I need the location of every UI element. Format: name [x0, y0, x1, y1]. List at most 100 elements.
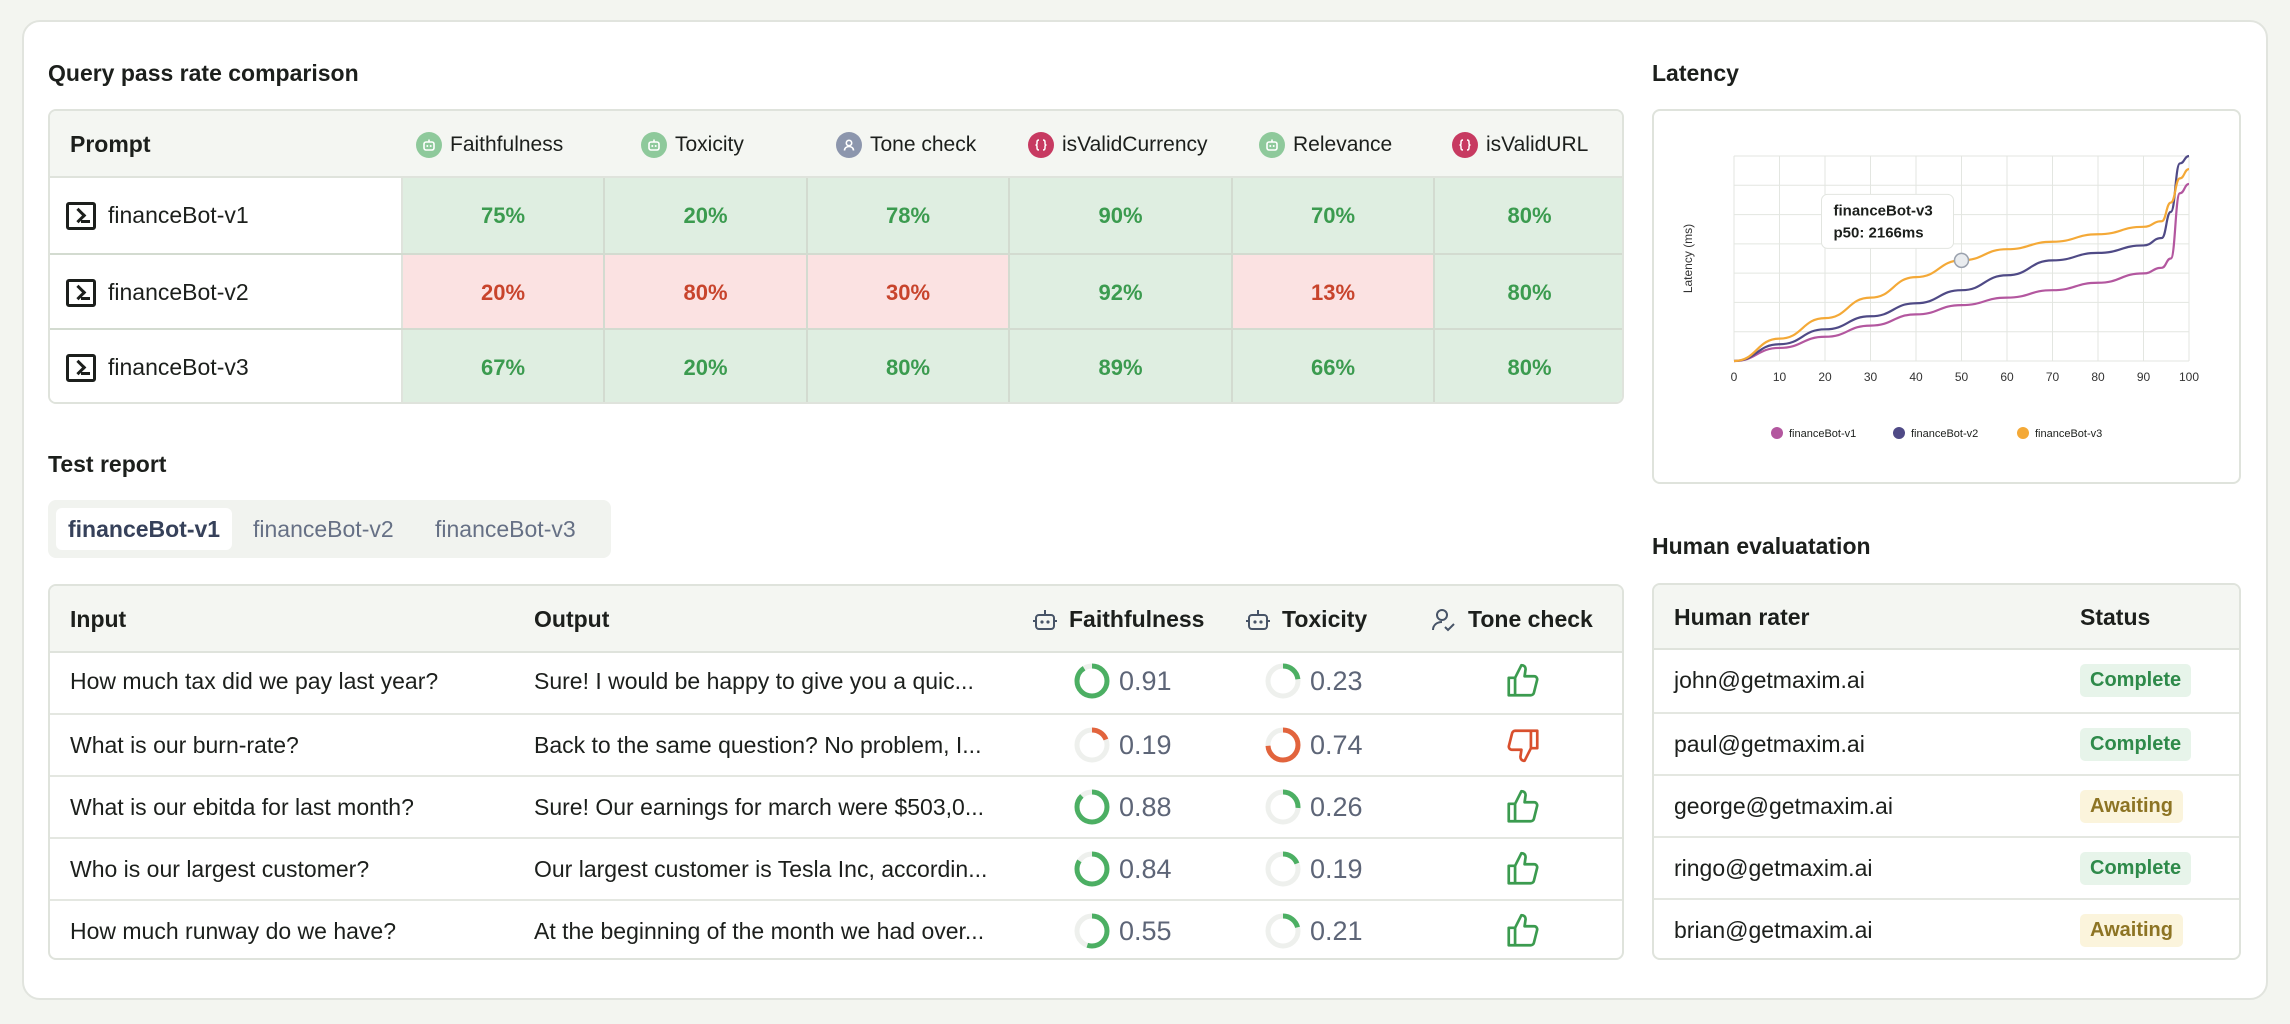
output-cell: Our largest customer is Tesla Inc, accor…: [534, 855, 988, 882]
toxicity-header[interactable]: Toxicity: [1244, 586, 1367, 653]
rater-email: paul@getmaxim.ai: [1674, 730, 1865, 757]
input-cell: Who is our largest customer?: [70, 855, 370, 882]
pass-rate-cell[interactable]: 13%: [1233, 255, 1435, 330]
prompt-version-tabs: financeBot-v1 financeBot-v2 financeBot-v…: [48, 500, 611, 558]
pass-rate-cell[interactable]: 92%: [1010, 255, 1233, 330]
pass-rate-cell[interactable]: 90%: [1010, 178, 1233, 253]
user-check-icon: [1432, 608, 1455, 631]
ai-evaluator-icon: [416, 131, 442, 158]
faithfulness-score: 0.55: [1073, 901, 1172, 958]
input-cell: How much tax did we pay last year?: [70, 667, 439, 694]
score-ring-icon: [1074, 913, 1110, 949]
thumbs-up-icon[interactable]: [1504, 662, 1542, 700]
thumbs-up-icon[interactable]: [1504, 788, 1542, 826]
evaluator-header-tone-check[interactable]: Tone check: [836, 111, 976, 178]
highlight-point: [1953, 252, 1970, 269]
pass-rate-cell[interactable]: 78%: [808, 178, 1010, 253]
pass-rate-cell[interactable]: 80%: [808, 330, 1010, 402]
tab-financebot-v2[interactable]: financeBot-v2: [241, 508, 406, 550]
thumbs-up-icon[interactable]: [1504, 912, 1542, 950]
pass-rate-cell[interactable]: 89%: [1010, 330, 1233, 402]
prompt-cell[interactable]: financeBot-v2: [50, 255, 403, 330]
rater-email: ringo@getmaxim.ai: [1674, 854, 1873, 881]
table-row[interactable]: What is our burn-rate? Back to the same q…: [50, 713, 1622, 775]
x-tick-label: 80: [2091, 370, 2105, 384]
query-table-header: Prompt Faithfulness Toxicity Tone check …: [50, 111, 1622, 178]
output-cell: At the beginning of the month we had ove…: [534, 917, 985, 944]
score-value: 0.19: [1310, 853, 1363, 884]
tone-check-header[interactable]: Tone check: [1430, 586, 1593, 653]
score-value: 0.84: [1119, 853, 1172, 884]
evaluator-header-isvalidurl[interactable]: isValidURL: [1452, 111, 1588, 178]
output-header: Output: [534, 606, 610, 632]
faithfulness-score: 0.91: [1073, 651, 1172, 711]
evaluator-name: Tone check: [870, 132, 977, 156]
table-row[interactable]: What is our ebitda for last month? Sure! …: [50, 775, 1622, 837]
robot-icon: [1033, 609, 1057, 630]
pass-rate-cell[interactable]: 80%: [1435, 330, 1622, 402]
score-ring-icon: [1074, 663, 1110, 699]
table-row[interactable]: Who is our largest customer? Our largest …: [50, 837, 1622, 899]
rater-email: brian@getmaxim.ai: [1674, 916, 1873, 943]
latency-chart-panel: 0 10 20 30 40 50 60 70 80 90 100 Latency (ms) financ…: [1652, 109, 2241, 484]
test-report-table: Input Output Faithfulness Toxicity Tone …: [48, 584, 1624, 960]
score-value: 0.55: [1119, 915, 1172, 946]
pass-rate-cell[interactable]: 66%: [1233, 330, 1435, 402]
pass-rate-cell[interactable]: 75%: [403, 178, 605, 253]
tab-financebot-v1[interactable]: financeBot-v1: [56, 508, 233, 550]
thumbs-up-icon[interactable]: [1504, 850, 1542, 888]
legend-swatch: [2017, 427, 2029, 439]
faithfulness-header[interactable]: Faithfulness: [1031, 586, 1204, 653]
y-axis-label: Latency (ms): [1681, 224, 1695, 293]
status-badge: Complete: [2080, 663, 2192, 697]
score-value: 0.88: [1119, 791, 1172, 822]
score-ring-icon: [1265, 727, 1301, 763]
pass-rate-cell[interactable]: 30%: [808, 255, 1010, 330]
pass-rate-cell[interactable]: 70%: [1233, 178, 1435, 253]
thumbs-up-cell: [1504, 777, 1542, 837]
prompt-name: financeBot-v2: [108, 279, 249, 305]
human-rater-row[interactable]: brian@getmaxim.ai Awaiting: [1654, 898, 2239, 958]
score-ring-icon: [1074, 727, 1110, 763]
robot-icon: [1246, 609, 1270, 630]
table-row[interactable]: How much runway do we have? At the beginn…: [50, 899, 1622, 958]
human-table-header: Human rater Status: [1654, 585, 2239, 650]
pass-rate-cell[interactable]: 80%: [1435, 178, 1622, 253]
pass-rate-cell[interactable]: 20%: [605, 178, 808, 253]
human-rater-row[interactable]: ringo@getmaxim.ai Complete: [1654, 836, 2239, 898]
human-rater-row[interactable]: john@getmaxim.ai Complete: [1654, 650, 2239, 712]
evaluator-header-toxicity[interactable]: Toxicity: [641, 111, 744, 178]
tab-financebot-v3[interactable]: financeBot-v3: [423, 508, 588, 550]
tooltip-value: p50: 2166ms: [1834, 224, 1924, 241]
query-pass-rate-title: Query pass rate comparison: [48, 60, 359, 86]
rater-header: Human rater: [1674, 604, 1810, 630]
x-tick-label: 100: [2179, 370, 2199, 384]
table-row[interactable]: How much tax did we pay last year? Sure! …: [50, 651, 1622, 713]
pass-rate-cell[interactable]: 20%: [605, 330, 808, 402]
status-cell: Complete: [2080, 838, 2192, 898]
legend-label: financeBot-v3: [2035, 428, 2102, 440]
prompt-cell[interactable]: financeBot-v1: [50, 178, 403, 253]
evaluator-header-relevance[interactable]: Relevance: [1259, 111, 1392, 178]
human-rater-row[interactable]: george@getmaxim.ai Awaiting: [1654, 774, 2239, 836]
x-tick-label: 0: [1731, 370, 1738, 384]
toxicity-score: 0.23: [1264, 651, 1363, 711]
prompt-cell[interactable]: financeBot-v3: [50, 330, 403, 402]
status-badge: Awaiting: [2080, 789, 2183, 823]
pass-rate-cell[interactable]: 80%: [1435, 255, 1622, 330]
thumbs-down-icon[interactable]: [1504, 726, 1542, 764]
evaluator-header-isvalidcurrency[interactable]: isValidCurrency: [1028, 111, 1208, 178]
toxicity-score: 0.19: [1264, 839, 1363, 899]
score-ring-icon: [1265, 851, 1301, 887]
output-cell: Back to the same question? No problem, I…: [534, 731, 982, 758]
human-evaluation-title: Human evaluatation: [1652, 533, 1871, 559]
latency-chart: 0 10 20 30 40 50 60 70 80 90 100 Latency (ms) financ…: [1681, 154, 2199, 440]
pass-rate-cell[interactable]: 20%: [403, 255, 605, 330]
evaluator-name: isValidURL: [1486, 132, 1589, 156]
score-value: 0.91: [1119, 665, 1172, 696]
terminal-icon: [66, 201, 96, 230]
evaluator-header-faithfulness[interactable]: Faithfulness: [416, 111, 563, 178]
pass-rate-cell[interactable]: 80%: [605, 255, 808, 330]
human-rater-row[interactable]: paul@getmaxim.ai Complete: [1654, 712, 2239, 774]
pass-rate-cell[interactable]: 67%: [403, 330, 605, 402]
